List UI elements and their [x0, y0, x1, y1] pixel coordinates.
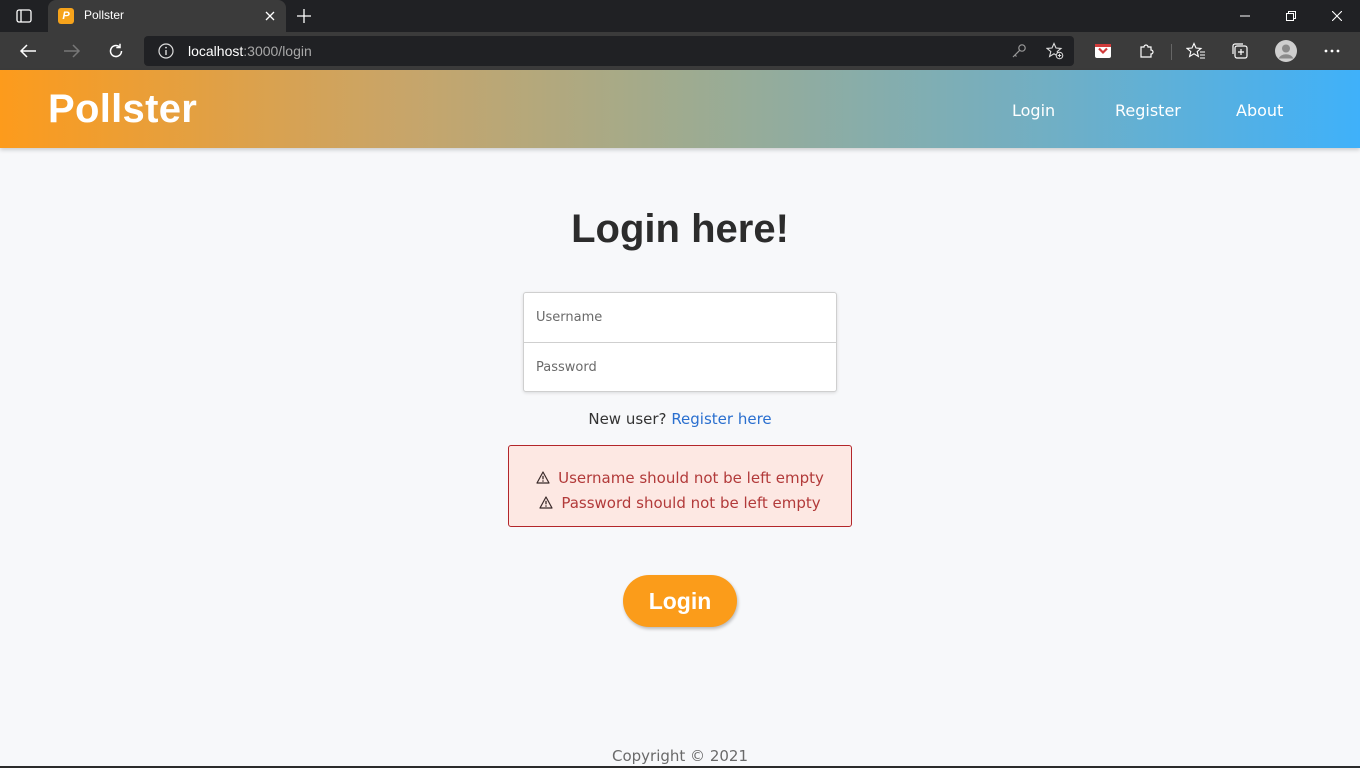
new-user-text: New user? [588, 410, 667, 428]
browser-tab[interactable]: P Pollster [48, 0, 286, 32]
warning-icon [536, 467, 550, 491]
restore-button[interactable] [1268, 0, 1314, 32]
new-tab-button[interactable] [294, 6, 314, 26]
collections-icon[interactable] [1226, 37, 1254, 65]
url-path: :3000/login [243, 43, 312, 59]
error-text: Username should not be left empty [558, 469, 824, 487]
pocket-icon[interactable] [1089, 37, 1117, 65]
info-icon[interactable] [157, 42, 175, 60]
nav-link-about[interactable]: About [1236, 101, 1283, 120]
login-form [523, 292, 837, 392]
site-navbar: Pollster Login Register About [0, 70, 1360, 148]
brand-logo[interactable]: Pollster [48, 87, 197, 132]
refresh-icon[interactable] [102, 37, 130, 65]
nav-link-register[interactable]: Register [1115, 101, 1181, 120]
key-icon[interactable] [1010, 42, 1028, 60]
profile-icon[interactable] [1272, 37, 1300, 65]
pollster-favicon-icon: P [58, 8, 74, 24]
error-text: Password should not be left empty [561, 494, 821, 512]
url-text[interactable]: localhost:3000/login [188, 44, 312, 58]
error-message: Password should not be left empty [509, 491, 851, 516]
tab-actions-icon[interactable] [12, 7, 36, 25]
minimize-button[interactable] [1222, 0, 1268, 32]
favorites-icon[interactable] [1182, 37, 1210, 65]
page-title: Login here! [571, 207, 789, 251]
forward-arrow-icon[interactable] [58, 37, 86, 65]
error-message: Username should not be left empty [509, 466, 851, 491]
footer-copyright: Copyright © 2021 [611, 747, 748, 765]
tab-title: Pollster [84, 8, 125, 22]
more-icon[interactable] [1318, 37, 1346, 65]
toolbar-separator [1171, 44, 1172, 60]
browser-tabstrip: P Pollster [0, 0, 1360, 32]
browser-toolbar: localhost:3000/login [0, 32, 1360, 70]
warning-icon [539, 492, 553, 516]
close-tab-icon[interactable] [262, 8, 278, 24]
back-arrow-icon[interactable] [14, 37, 42, 65]
close-window-button[interactable] [1314, 0, 1360, 32]
error-alert: Username should not be left empty Passwo… [508, 445, 852, 527]
new-user-prompt: New user? Register here [0, 410, 1360, 428]
username-input[interactable] [524, 293, 836, 342]
url-host: localhost [188, 43, 244, 59]
login-button[interactable]: Login [623, 575, 737, 627]
nav-link-login[interactable]: Login [1012, 101, 1055, 120]
puzzle-icon[interactable] [1133, 37, 1161, 65]
register-link[interactable]: Register here [671, 410, 771, 428]
address-bar[interactable]: localhost:3000/login [144, 36, 1074, 66]
star-add-icon[interactable] [1046, 42, 1064, 60]
password-input[interactable] [524, 343, 836, 392]
